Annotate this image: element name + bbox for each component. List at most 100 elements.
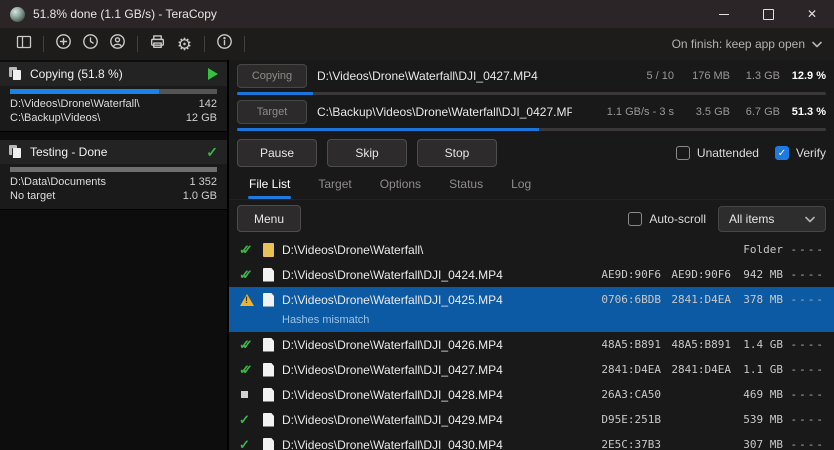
transferred-size: 3.5 GB	[674, 106, 730, 118]
autoscroll-checkbox[interactable]: Auto-scroll	[628, 212, 706, 226]
list-toolbar-right: Auto-scroll All items	[628, 206, 826, 232]
stop-button[interactable]: Stop	[417, 139, 497, 167]
task-source-path: D:\Data\Documents	[10, 175, 106, 189]
source-hash: 0706:6BDB	[591, 293, 661, 306]
copying-chip[interactable]: Copying	[237, 64, 307, 88]
file-icon	[263, 268, 282, 282]
target-hash: 48A5:B891	[661, 338, 731, 351]
file-size: 1.3 GB	[730, 70, 780, 82]
file-row[interactable]: ✓✓ D:\Videos\Drone\Waterfall\DJI_0424.MP…	[229, 262, 834, 287]
folder-icon	[263, 243, 282, 257]
task-file-count: 142	[199, 97, 217, 111]
transfer-controls: Pause Skip Stop Unattended ✓ Verify	[229, 136, 834, 167]
status-icon: ✓	[239, 413, 263, 426]
source-progress-fill	[237, 92, 313, 95]
file-row[interactable]: D:\Videos\Drone\Waterfall\DJI_0425.MP4 0…	[229, 287, 834, 332]
source-hash: D95E:251B	[591, 413, 661, 426]
minimize-icon	[719, 14, 729, 15]
tab-bar: File List Target Options Status Log	[229, 167, 834, 200]
file-row[interactable]: ✓✓ D:\Videos\Drone\Waterfall\ Folder ---…	[229, 237, 834, 262]
tab-file-list[interactable]: File List	[237, 173, 302, 199]
maximize-button[interactable]	[746, 0, 790, 28]
about-button[interactable]	[211, 32, 238, 56]
file-age: ----	[783, 388, 825, 401]
task-details: D:\Videos\Drone\Waterfall\142 C:\Backup\…	[0, 96, 227, 131]
tab-status[interactable]: Status	[437, 173, 495, 199]
toggle-sidebar-button[interactable]	[10, 32, 37, 56]
status-icon	[239, 294, 263, 306]
file-row[interactable]: ✓ D:\Videos\Drone\Waterfall\DJI_0429.MP4…	[229, 407, 834, 432]
file-list-toolbar: Menu Auto-scroll All items	[229, 200, 834, 237]
file-icon	[263, 388, 282, 402]
file-icon	[263, 363, 282, 377]
task-total-size: 1.0 GB	[183, 189, 217, 203]
file-row[interactable]: ✓ D:\Videos\Drone\Waterfall\DJI_0430.MP4…	[229, 432, 834, 450]
file-age: ----	[783, 338, 825, 351]
task-header: Copying (51.8 %)	[0, 62, 227, 86]
copy-pages-icon	[9, 145, 22, 159]
tab-options[interactable]: Options	[368, 173, 433, 199]
source-stats: 5 / 10 176 MB 1.3 GB 12.9 %	[582, 70, 826, 82]
total-size: 6.7 GB	[730, 106, 780, 118]
file-percent: 12.9 %	[780, 70, 826, 82]
tab-target[interactable]: Target	[306, 173, 363, 199]
history-button[interactable]	[77, 32, 104, 56]
on-finish-label: On finish: keep app open	[672, 37, 805, 51]
new-task-button[interactable]	[50, 32, 77, 56]
source-row: Copying D:\Videos\Drone\Waterfall\DJI_04…	[237, 64, 826, 88]
print-button[interactable]	[144, 32, 171, 56]
file-row[interactable]: ✓✓ D:\Videos\Drone\Waterfall\DJI_0426.MP…	[229, 332, 834, 357]
file-size: 1.4 GB	[731, 338, 783, 351]
task-header: Testing - Done ✓	[0, 140, 227, 164]
verify-checkbox[interactable]: ✓ Verify	[775, 146, 826, 160]
warning-icon	[240, 294, 254, 306]
unattended-label: Unattended	[697, 146, 759, 160]
checkbox-icon	[676, 146, 690, 160]
pause-button[interactable]: Pause	[237, 139, 317, 167]
file-age: ----	[783, 363, 825, 376]
settings-button[interactable]: ⚙	[171, 32, 198, 56]
clock-icon	[82, 33, 99, 55]
app-body: Copying (51.8 %) D:\Videos\Drone\Waterfa…	[0, 60, 834, 450]
file-age: ----	[783, 438, 825, 450]
unattended-checkbox[interactable]: Unattended	[676, 146, 759, 160]
check-icon: ✓	[239, 413, 250, 426]
verify-label: Verify	[796, 146, 826, 160]
file-age: ----	[783, 243, 825, 256]
file-row[interactable]: D:\Videos\Drone\Waterfall\DJI_0428.MP4 2…	[229, 382, 834, 407]
app-icon	[10, 7, 25, 22]
total-percent: 51.3 %	[780, 106, 826, 118]
close-icon: ✕	[807, 7, 817, 21]
tab-log[interactable]: Log	[499, 173, 543, 199]
target-hash: AE9D:90F6	[661, 268, 731, 281]
target-chip[interactable]: Target	[237, 100, 307, 124]
on-finish-dropdown[interactable]: On finish: keep app open	[672, 37, 822, 51]
task-item-testing[interactable]: Testing - Done ✓ D:\Data\Documents1 352 …	[0, 140, 227, 210]
close-button[interactable]: ✕	[790, 0, 834, 28]
menu-button[interactable]: Menu	[237, 205, 301, 232]
task-title: Testing - Done	[30, 145, 198, 159]
checkbox-icon: ✓	[775, 146, 789, 160]
skip-button[interactable]: Skip	[327, 139, 407, 167]
file-row[interactable]: ✓✓ D:\Videos\Drone\Waterfall\DJI_0427.MP…	[229, 357, 834, 382]
main-panel: Copying D:\Videos\Drone\Waterfall\DJI_04…	[229, 60, 834, 450]
task-item-copying[interactable]: Copying (51.8 %) D:\Videos\Drone\Waterfa…	[0, 62, 227, 132]
account-button[interactable]	[104, 32, 131, 56]
task-progress	[0, 86, 227, 96]
minimize-button[interactable]	[702, 0, 746, 28]
panel-icon	[16, 34, 32, 55]
user-circle-icon	[109, 33, 126, 55]
titlebar: 51.8% done (1.1 GB/s) - TeraCopy ✕	[0, 0, 834, 28]
task-progress-fill	[10, 167, 217, 172]
filter-dropdown[interactable]: All items	[718, 206, 826, 232]
status-icon: ✓✓	[239, 268, 263, 281]
target-stats: 1.1 GB/s - 3 s 3.5 GB 6.7 GB 51.3 %	[582, 106, 826, 118]
source-progress-bar	[237, 92, 826, 95]
toolbar-separator	[204, 36, 205, 52]
file-path: D:\Videos\Drone\Waterfall\DJI_0426.MP4	[282, 338, 591, 352]
total-progress-bar	[237, 128, 826, 131]
status-icon	[239, 391, 263, 398]
files-progress: 5 / 10	[582, 70, 674, 82]
transfer-status: Copying D:\Videos\Drone\Waterfall\DJI_04…	[229, 60, 834, 136]
pending-square-icon	[241, 391, 248, 398]
